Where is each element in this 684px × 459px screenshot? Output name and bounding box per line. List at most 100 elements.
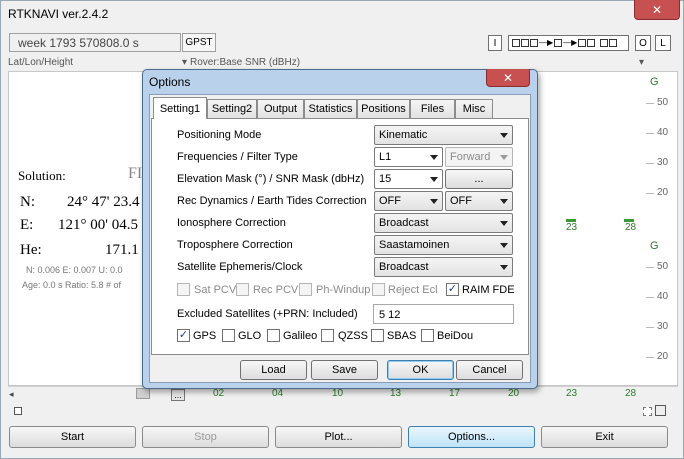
sat-pcv-checkbox[interactable] (177, 283, 190, 296)
galileo-checkbox[interactable] (267, 329, 280, 342)
scroll-left-icon[interactable]: ◂ (9, 389, 19, 399)
grid-tick (646, 103, 654, 104)
beidou-checkbox[interactable] (421, 329, 434, 342)
qzss-checkbox[interactable] (321, 329, 334, 342)
input-stream-button[interactable]: I (488, 35, 502, 51)
start-button[interactable]: Start (9, 426, 136, 448)
scroll-thumb[interactable] (136, 388, 150, 399)
positioning-mode-label: Positioning Mode (177, 129, 262, 141)
cancel-button[interactable]: Cancel (456, 360, 523, 380)
std-dev-readout: N: 0.006 E: 0.007 U: 0.0 (26, 265, 123, 275)
positioning-mode-select[interactable]: Kinematic (374, 125, 513, 145)
x-axis-tick: 28 (625, 388, 637, 399)
rec-pcv-label: Rec PCV (253, 284, 299, 296)
x-axis-tick: 02 (213, 388, 225, 399)
ph-windup-checkbox[interactable] (299, 283, 312, 296)
grid-tick (646, 133, 654, 134)
plot-view-selector[interactable]: Rover:Base SNR (dBHz) (190, 57, 300, 68)
height-label: He: (20, 242, 42, 258)
gps-label: GPS (193, 330, 217, 342)
ionosphere-value: Broadcast (379, 217, 429, 229)
ionosphere-label: Ionosphere Correction (177, 217, 286, 229)
tab-misc[interactable]: Misc (455, 99, 493, 118)
excluded-satellites-input[interactable]: 5 12 (373, 304, 514, 324)
plot-top-y-tick: 40 (657, 127, 669, 138)
tab-setting1[interactable]: Setting1 (153, 97, 207, 119)
save-button[interactable]: Save (311, 360, 378, 380)
ephemeris-label: Satellite Ephemeris/Clock (177, 261, 303, 273)
elevation-mask-label: Elevation Mask (°) / SNR Mask (dbHz) (177, 173, 365, 185)
tab-statistics[interactable]: Statistics (304, 99, 357, 118)
stream-status-icon (530, 39, 538, 47)
window-close-button[interactable]: ✕ (634, 0, 680, 20)
x-axis-tick: 20 (508, 388, 520, 399)
chevron-down-icon[interactable]: ▾ (182, 57, 187, 68)
reject-ecl-checkbox[interactable] (372, 283, 385, 296)
solution-view-selector[interactable]: Lat/Lon/Height (8, 57, 73, 68)
rec-pcv-checkbox[interactable] (236, 283, 249, 296)
earth-tides-select[interactable]: OFF (445, 191, 513, 211)
arrow-right-icon: —▶ (539, 38, 554, 47)
plot-top-x-tick: 23 (566, 222, 578, 233)
stream-status-icon (554, 39, 563, 47)
exit-button[interactable]: Exit (541, 426, 668, 448)
raim-fde-checkbox[interactable]: ✓ (446, 283, 459, 296)
help-icon[interactable] (655, 405, 666, 416)
glo-label: GLO (238, 330, 262, 342)
output-stream-button[interactable]: O (635, 35, 651, 51)
raim-fde-label: RAIM FDE (462, 284, 515, 296)
solution-status: FI (128, 165, 143, 182)
chevron-down-icon[interactable]: ▾ (639, 57, 644, 68)
chevron-down-icon (430, 177, 438, 182)
glo-checkbox[interactable] (222, 329, 235, 342)
chevron-down-icon (500, 155, 508, 160)
tab-output[interactable]: Output (257, 99, 304, 118)
plot-bottom-y-tick: 30 (657, 321, 669, 332)
longitude-label: E: (20, 217, 34, 233)
grid-tick (646, 297, 654, 298)
troposphere-select[interactable]: Saastamoinen (374, 235, 513, 255)
x-axis-tick: 10 (332, 388, 344, 399)
age-ratio-readout: Age: 0.0 s Ratio: 5.8 # of (22, 280, 122, 290)
stream-status-icon (512, 39, 520, 47)
gps-checkbox[interactable]: ✓ (177, 329, 190, 342)
close-icon: ✕ (502, 70, 514, 85)
sbas-checkbox[interactable] (371, 329, 384, 342)
ephemeris-value: Broadcast (379, 261, 429, 273)
plot-bottom-y-tick: 20 (657, 351, 669, 362)
tab-positions[interactable]: Positions (357, 99, 410, 118)
rec-dynamics-label: Rec Dynamics / Earth Tides Correction (177, 195, 367, 207)
stop-button[interactable]: Stop (142, 426, 269, 448)
time-system-button[interactable]: GPST (182, 33, 216, 52)
plot-top-x-tick: 28 (625, 222, 637, 233)
filter-type-select[interactable]: Forward (445, 147, 513, 167)
ok-button[interactable]: OK (387, 360, 454, 380)
tab-files[interactable]: Files (410, 99, 455, 118)
status-checkbox[interactable] (14, 407, 22, 415)
ionosphere-select[interactable]: Broadcast (374, 213, 513, 233)
ephemeris-select[interactable]: Broadcast (374, 257, 513, 277)
chevron-down-icon (500, 221, 508, 226)
snr-mask-button[interactable]: ... (445, 169, 513, 189)
frequencies-select[interactable]: L1 (374, 147, 443, 167)
options-close-button[interactable]: ✕ (486, 69, 530, 87)
plot-options-button[interactable]: ... (171, 389, 185, 401)
options-dialog-title: Options (149, 75, 191, 89)
plot-bottom-y-tick: 40 (657, 291, 669, 302)
options-button[interactable]: Options... (408, 426, 535, 448)
elevation-mask-select[interactable]: 15 (374, 169, 443, 189)
panel-toggle-icon[interactable] (643, 407, 652, 416)
troposphere-label: Troposphere Correction (177, 239, 293, 251)
load-button[interactable]: Load (240, 360, 307, 380)
sat-pcv-label: Sat PCV (194, 284, 237, 296)
log-stream-button[interactable]: L (655, 35, 671, 51)
galileo-label: Galileo (283, 330, 318, 342)
chevron-down-icon (500, 243, 508, 248)
plot-bottom-y-tick: 50 (657, 261, 669, 272)
plot-button[interactable]: Plot... (275, 426, 402, 448)
stream-status-icon (521, 39, 529, 47)
rec-dynamics-select[interactable]: OFF (374, 191, 443, 211)
tab-setting2[interactable]: Setting2 (207, 99, 257, 118)
chevron-down-icon (500, 133, 508, 138)
positioning-mode-value: Kinematic (379, 129, 428, 141)
